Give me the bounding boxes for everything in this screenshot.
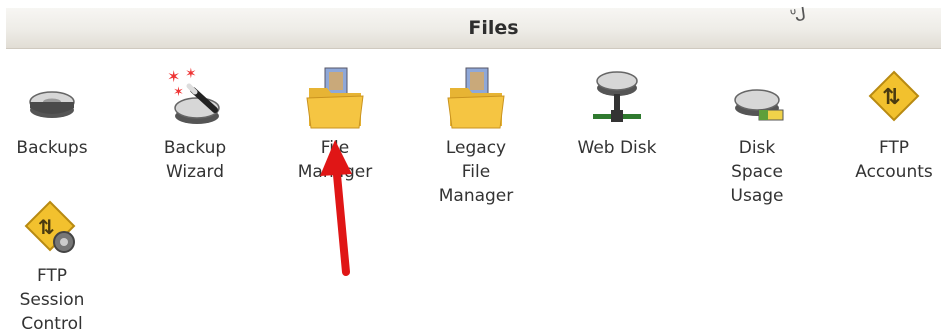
network-drive-icon (593, 71, 641, 122)
backups-link[interactable]: Backups (4, 70, 100, 160)
ftp-accounts-link[interactable]: ⇅ FTP Accounts (846, 62, 941, 184)
disk-space-usage-label: Disk Space Usage (730, 138, 784, 206)
web-disk-label: Web Disk (577, 138, 657, 158)
backup-wizard-label: Backup Wizard (163, 138, 227, 182)
svg-text:⇅: ⇅ (882, 85, 900, 110)
web-disk-link[interactable]: Web Disk (569, 62, 665, 160)
svg-text:✶: ✶ (185, 66, 197, 82)
ftp-accounts-label: FTP Accounts (855, 138, 933, 182)
legacy-file-manager-label: Legacy File Manager (438, 138, 514, 206)
handwritten-scribble: ᐡᒍ (788, 4, 806, 27)
ftp-icon: ⇅ (868, 70, 920, 122)
ftp-session-control-link[interactable]: ⇅ FTP Session Control (4, 198, 100, 336)
folder-icon (447, 67, 505, 129)
disk-space-usage-link[interactable]: Disk Space Usage (709, 70, 805, 208)
backup-wizard-icon: ✶ ✶ ✶ (167, 66, 220, 124)
svg-text:⇅: ⇅ (38, 215, 55, 239)
legacy-file-manager-link[interactable]: Legacy File Manager (428, 62, 524, 208)
file-manager-label: File Manager (297, 138, 373, 182)
ftp-session-icon: ⇅ (24, 200, 76, 253)
ftp-session-control-label: FTP Session Control (19, 266, 85, 334)
svg-text:✶: ✶ (173, 85, 184, 100)
hard-drive-icon (29, 91, 75, 118)
disk-usage-icon (734, 89, 784, 121)
folder-icon (306, 67, 364, 129)
backups-label: Backups (16, 138, 88, 158)
svg-text:✶: ✶ (167, 67, 180, 86)
file-manager-link[interactable]: File Manager (287, 62, 383, 184)
backup-wizard-link[interactable]: ✶ ✶ ✶ Backup Wizard (147, 62, 243, 184)
